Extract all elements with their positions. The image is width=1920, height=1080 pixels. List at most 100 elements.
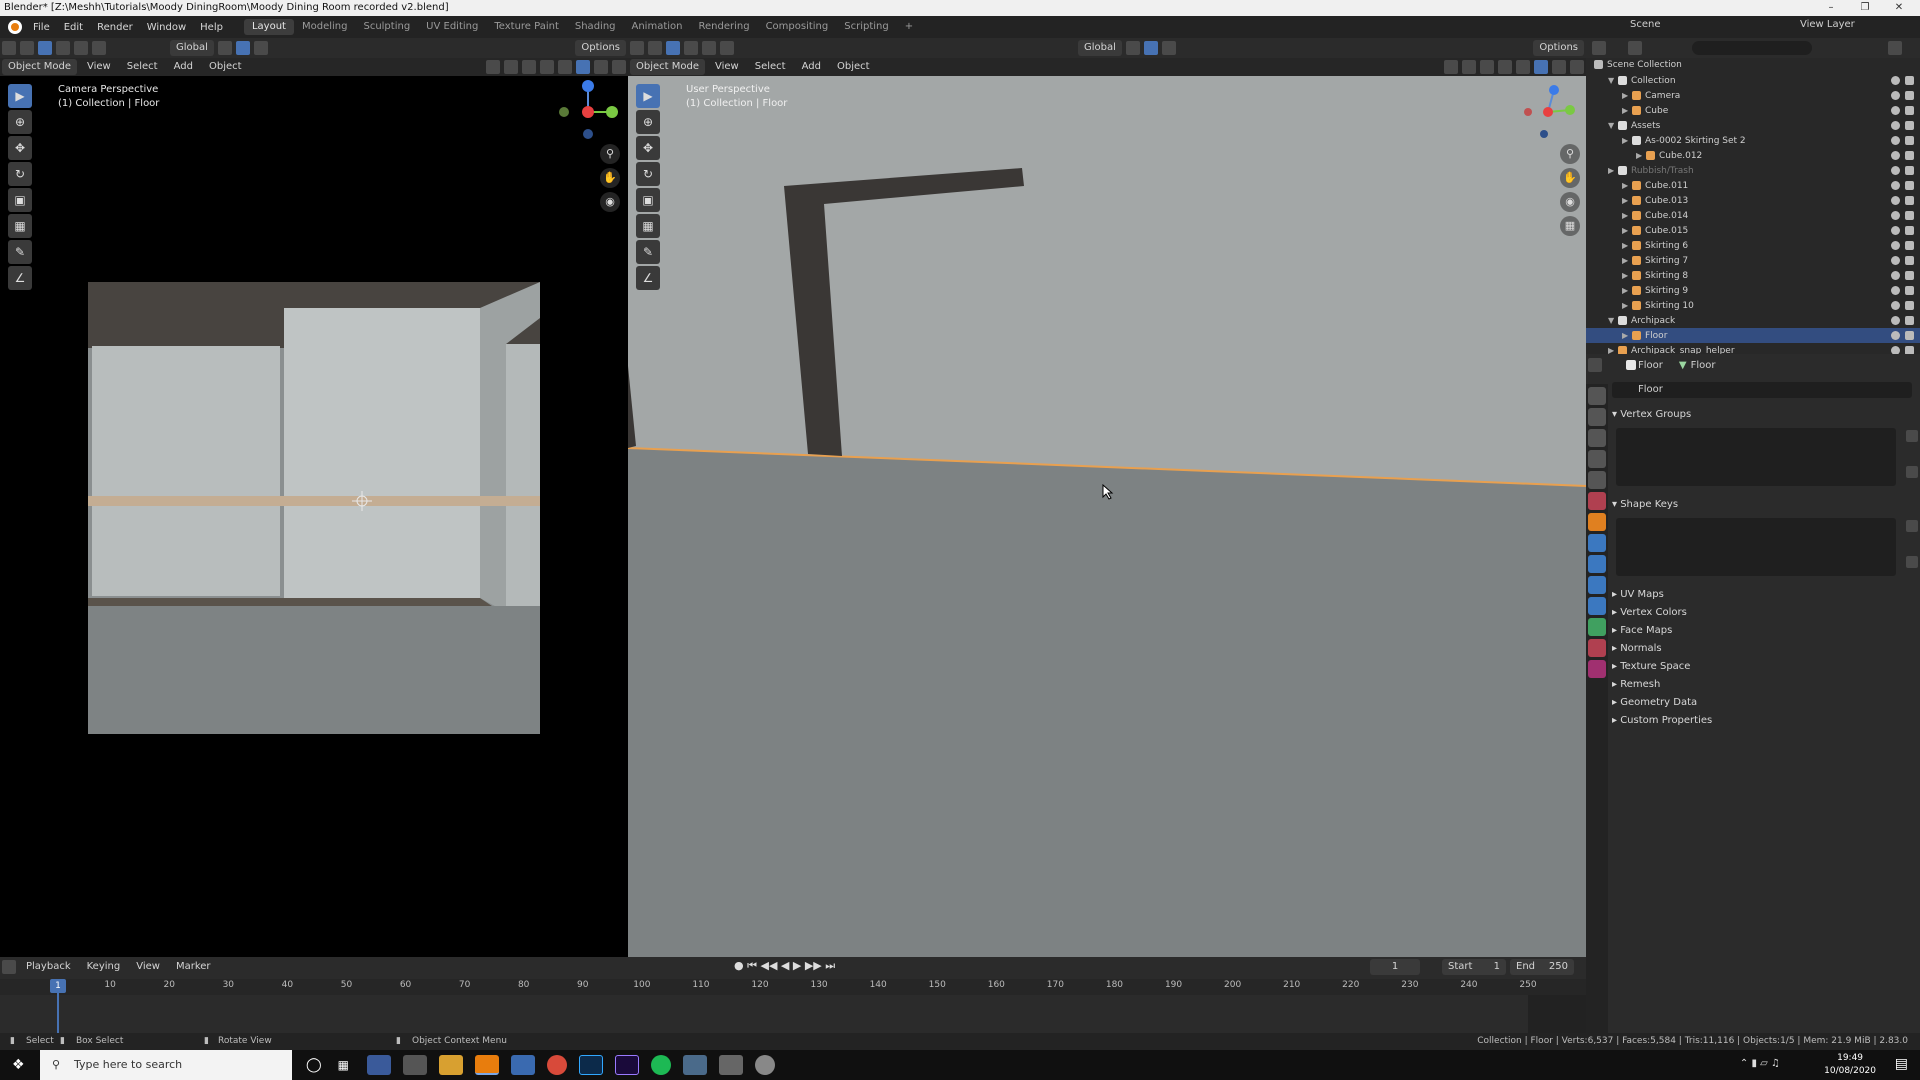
- render-visibility-icon[interactable]: [1905, 226, 1914, 235]
- render-visibility-icon[interactable]: [1905, 196, 1914, 205]
- outliner-row[interactable]: ▶ Cube.015: [1586, 223, 1920, 238]
- zoom-icon-right[interactable]: ⚲: [1560, 144, 1580, 164]
- shading-wire-icon-right[interactable]: [1516, 60, 1530, 74]
- taskbar-app-2-icon[interactable]: [403, 1055, 428, 1075]
- tool-tab-icon[interactable]: [1588, 387, 1606, 405]
- close-icon[interactable]: ✕: [1884, 0, 1914, 16]
- taskbar-clock[interactable]: 19:49 10/08/2020: [1824, 1052, 1876, 1078]
- expand-arrow-right-icon[interactable]: ▶: [1622, 268, 1632, 283]
- zoom-icon[interactable]: ⚲: [600, 144, 620, 164]
- shape-key-add-icon[interactable]: [1906, 520, 1918, 532]
- expand-arrow-right-icon[interactable]: ▶: [1608, 343, 1618, 354]
- render-visibility-icon[interactable]: [1905, 91, 1914, 100]
- expand-arrow-right-icon[interactable]: ▶: [1622, 298, 1632, 313]
- timeline[interactable]: Playback Keying View Marker ● ⏮ ◀◀ ◀ ▶ ▶…: [0, 957, 1586, 1043]
- overlay-icon[interactable]: [522, 60, 536, 74]
- taskbar-app-4-icon[interactable]: [719, 1055, 744, 1075]
- move-tool-icon[interactable]: ✥: [8, 136, 32, 160]
- render-visibility-icon[interactable]: [1905, 316, 1914, 325]
- visibility-eye-icon[interactable]: [1891, 166, 1900, 175]
- panel-face-maps[interactable]: ▸ Face Maps: [1612, 622, 1916, 640]
- expand-arrow-right-icon[interactable]: ▶: [1622, 253, 1632, 268]
- visibility-eye-icon[interactable]: [1891, 271, 1900, 280]
- left-menu-view[interactable]: View: [81, 59, 117, 75]
- measure-tool-icon-right[interactable]: ∠: [636, 266, 660, 290]
- outliner-row[interactable]: ▶ Floor: [1586, 328, 1920, 343]
- outliner-row[interactable]: ▶ Camera: [1586, 88, 1920, 103]
- right-mode-dropdown[interactable]: Object Mode: [630, 59, 705, 75]
- spotify-icon[interactable]: [651, 1055, 672, 1075]
- select-mode-intersect-icon-right[interactable]: [720, 41, 734, 55]
- render-visibility-icon[interactable]: [1905, 286, 1914, 295]
- scene-tab-icon[interactable]: [1588, 471, 1606, 489]
- outliner-row[interactable]: ▶ Skirting 10: [1586, 298, 1920, 313]
- select-box-tool-icon-right[interactable]: ▶: [636, 84, 660, 108]
- file-explorer-icon[interactable]: [439, 1055, 464, 1075]
- scale-tool-icon-right[interactable]: ▣: [636, 188, 660, 212]
- right-menu-view[interactable]: View: [709, 59, 745, 75]
- tray-icons[interactable]: ⌃ ▮ ▱ ♫: [1740, 1058, 1780, 1069]
- render-visibility-icon[interactable]: [1905, 301, 1914, 310]
- render-visibility-icon[interactable]: [1905, 181, 1914, 190]
- expand-arrow-right-icon[interactable]: ▶: [1608, 163, 1618, 178]
- tab-texture-paint[interactable]: Texture Paint: [486, 19, 567, 35]
- premiere-icon[interactable]: [615, 1055, 640, 1075]
- outliner-editor-icon[interactable]: [1592, 41, 1606, 55]
- timeline-editor-icon[interactable]: [2, 960, 16, 974]
- visibility-eye-icon[interactable]: [1891, 196, 1900, 205]
- visibility-icon-right[interactable]: [1444, 60, 1458, 74]
- object-tab-icon[interactable]: [1588, 513, 1606, 531]
- left-menu-add[interactable]: Add: [168, 59, 199, 75]
- expand-arrow-down-icon[interactable]: ▼: [1608, 313, 1618, 328]
- expand-arrow-right-icon[interactable]: ▶: [1622, 193, 1632, 208]
- menu-edit[interactable]: Edit: [57, 22, 90, 33]
- photoshop-icon[interactable]: [579, 1055, 604, 1075]
- tab-uv-editing[interactable]: UV Editing: [418, 19, 486, 35]
- left-orientation-dropdown[interactable]: Global: [170, 40, 214, 56]
- view-layer-selector[interactable]: View Layer: [1800, 19, 1855, 30]
- snap-icon[interactable]: [235, 41, 250, 55]
- outliner-search-input[interactable]: [1692, 41, 1812, 55]
- menu-render[interactable]: Render: [90, 22, 140, 33]
- xray-icon-right[interactable]: [1498, 60, 1512, 74]
- editor-type-icon-right[interactable]: [630, 41, 644, 55]
- tab-scripting[interactable]: Scripting: [836, 19, 896, 35]
- tab-rendering[interactable]: Rendering: [690, 19, 757, 35]
- render-tab-icon[interactable]: [1588, 408, 1606, 426]
- left-nav-gizmo[interactable]: [556, 80, 620, 144]
- timeline-menu-view[interactable]: View: [130, 959, 166, 975]
- panel-geometry-data[interactable]: ▸ Geometry Data: [1612, 694, 1916, 712]
- expand-arrow-right-icon[interactable]: ▶: [1622, 328, 1632, 343]
- pivot-icon-right[interactable]: [1125, 41, 1140, 55]
- camera-view-icon-right[interactable]: ◉: [1560, 192, 1580, 212]
- proportional-edit-icon-right[interactable]: [1161, 41, 1176, 55]
- right-options-dropdown[interactable]: Options: [1533, 40, 1584, 56]
- expand-arrow-right-icon[interactable]: ▶: [1636, 148, 1646, 163]
- visibility-eye-icon[interactable]: [1891, 181, 1900, 190]
- left-mode-dropdown[interactable]: Object Mode: [2, 59, 77, 75]
- visibility-eye-icon[interactable]: [1891, 136, 1900, 145]
- outliner-row[interactable]: ▶ Archipack_snap_helper: [1586, 343, 1920, 354]
- tab-compositing[interactable]: Compositing: [758, 19, 837, 35]
- minimize-icon[interactable]: –: [1816, 0, 1846, 16]
- render-visibility-icon[interactable]: [1905, 256, 1914, 265]
- expand-arrow-right-icon[interactable]: ▶: [1622, 223, 1632, 238]
- xray-icon[interactable]: [540, 60, 554, 74]
- expand-arrow-down-icon[interactable]: ▼: [1608, 118, 1618, 133]
- playback-controls[interactable]: ● ⏮ ◀◀ ◀ ▶ ▶▶ ⏭: [734, 959, 835, 973]
- outliner-row[interactable]: ▶ Cube.014: [1586, 208, 1920, 223]
- outliner-filter-icon[interactable]: [1888, 41, 1902, 55]
- camera-view-icon[interactable]: ◉: [600, 192, 620, 212]
- shading-solid-icon[interactable]: [576, 60, 590, 74]
- visibility-eye-icon[interactable]: [1891, 121, 1900, 130]
- taskbar-app-3-icon[interactable]: [683, 1055, 708, 1075]
- menu-help[interactable]: Help: [193, 22, 230, 33]
- user-perspective-viewport[interactable]: User Perspective (1) Collection | Floor …: [628, 76, 1586, 957]
- outliner-row[interactable]: ▼ Assets: [1586, 118, 1920, 133]
- select-tool-icon[interactable]: [20, 41, 34, 55]
- panel-texture-space[interactable]: ▸ Texture Space: [1612, 658, 1916, 676]
- shading-rendered-icon-right[interactable]: [1570, 60, 1584, 74]
- visibility-eye-icon[interactable]: [1891, 91, 1900, 100]
- tab-modeling[interactable]: Modeling: [294, 19, 356, 35]
- visibility-eye-icon[interactable]: [1891, 211, 1900, 220]
